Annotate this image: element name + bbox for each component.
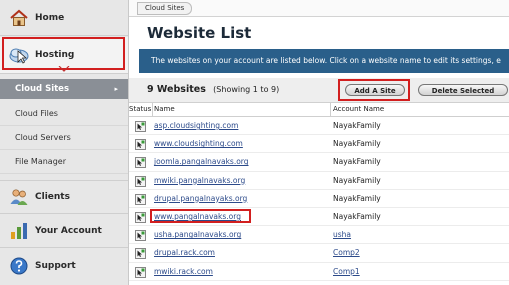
account-name: NayakFamily xyxy=(333,175,381,185)
home-icon xyxy=(8,7,30,29)
table-row: drupal.rack.com Comp2 xyxy=(129,244,509,263)
nav-your-account-label: Your Account xyxy=(35,225,102,236)
nav-cloud-files[interactable]: Cloud Files xyxy=(0,102,128,126)
column-header-status[interactable]: Status xyxy=(129,105,151,113)
account-name: NayakFamily xyxy=(333,121,381,130)
column-header-account-name[interactable]: Account Name xyxy=(333,105,384,113)
site-status-icon[interactable] xyxy=(135,175,146,187)
website-list-header: 9 Websites (Showing 1 to 9) Add A Site D… xyxy=(129,78,509,103)
account-name-link[interactable]: usha xyxy=(333,230,351,239)
sidebar: Home Hosting Cloud Sites ▸ Cloud Files C… xyxy=(0,0,129,285)
nav-clients-label: Clients xyxy=(35,192,70,202)
nav-support[interactable]: Support xyxy=(0,249,128,283)
site-status-icon[interactable] xyxy=(135,266,146,278)
table-row: mwiki.rack.com Comp1 xyxy=(129,263,509,281)
account-name: NayakFamily xyxy=(333,157,381,167)
site-status-icon[interactable] xyxy=(135,121,146,132)
site-name-link[interactable]: www.cloudsighting.com xyxy=(154,139,243,148)
clients-icon xyxy=(8,186,30,208)
selected-site-highlight-box xyxy=(150,209,251,223)
nav-cloud-files-label: Cloud Files xyxy=(15,109,58,118)
site-name-link[interactable]: drupal.pangalnayaks.org xyxy=(154,194,247,203)
site-status-icon[interactable] xyxy=(135,212,146,223)
nav-clients[interactable]: Clients xyxy=(0,180,128,214)
site-name-link[interactable]: drupal.rack.com xyxy=(154,248,215,257)
site-status-icon[interactable] xyxy=(135,193,146,205)
bar-chart-icon xyxy=(8,220,30,242)
site-name-link[interactable]: usha.pangalnavaks.org xyxy=(154,230,241,239)
column-header-name[interactable]: Name xyxy=(154,105,175,113)
site-status-icon[interactable] xyxy=(135,230,146,242)
table-row: joomla.pangalnavaks.org NayakFamily xyxy=(129,153,509,172)
table-row: usha.pangalnavaks.org usha xyxy=(129,226,509,245)
site-status-icon[interactable] xyxy=(135,157,146,169)
nav-cloud-sites[interactable]: Cloud Sites ▸ xyxy=(0,79,128,99)
nav-home-label: Home xyxy=(35,12,65,23)
table-row: mwiki.pangalnavaks.org NayakFamily xyxy=(129,172,509,190)
column-divider xyxy=(152,103,153,116)
chevron-down-icon xyxy=(58,66,70,72)
site-name-link[interactable]: mwiki.pangalnavaks.org xyxy=(154,176,245,185)
showing-range: (Showing 1 to 9) xyxy=(213,85,280,94)
account-name: NayakFamily xyxy=(333,193,381,203)
site-name-link[interactable]: joomla.pangalnavaks.org xyxy=(154,157,249,166)
table-header: Status Name Account Name xyxy=(129,103,509,117)
nav-file-manager[interactable]: File Manager xyxy=(0,150,128,174)
table-row: asp.cloudsighting.com NayakFamily xyxy=(129,117,509,136)
nav-cloud-sites-label: Cloud Sites xyxy=(15,84,70,94)
add-site-button[interactable]: Add A Site xyxy=(345,84,405,96)
nav-cloud-servers[interactable]: Cloud Servers xyxy=(0,126,128,150)
chevron-right-icon: ▸ xyxy=(114,85,118,93)
main-content: Cloud Sites Website List The websites on… xyxy=(129,0,509,285)
support-icon xyxy=(8,255,30,277)
breadcrumb-item-cloud-sites[interactable]: Cloud Sites xyxy=(137,2,193,15)
website-count: 9 Websites (Showing 1 to 9) xyxy=(147,84,279,95)
account-name-link[interactable]: Comp1 xyxy=(333,267,360,276)
website-table: asp.cloudsighting.com NayakFamily www.cl… xyxy=(129,117,509,281)
column-divider xyxy=(330,103,331,116)
account-name-link[interactable]: Comp2 xyxy=(333,248,360,257)
delete-selected-button[interactable]: Delete Selected xyxy=(418,84,508,96)
account-name: NayakFamily xyxy=(333,139,381,149)
table-row: drupal.pangalnayaks.org NayakFamily xyxy=(129,190,509,208)
site-status-icon[interactable] xyxy=(135,139,146,151)
nav-file-manager-label: File Manager xyxy=(15,157,66,166)
nav-your-account[interactable]: Your Account xyxy=(0,214,128,248)
nav-cloud-servers-label: Cloud Servers xyxy=(15,133,71,142)
site-status-icon[interactable] xyxy=(135,248,146,260)
info-banner: The websites on your account are listed … xyxy=(139,49,509,73)
table-row: www.cloudsighting.com NayakFamily xyxy=(129,135,509,154)
website-count-label: 9 Websites xyxy=(147,84,206,95)
account-name: NayakFamily xyxy=(333,211,381,221)
nav-support-label: Support xyxy=(35,261,76,271)
nav-home[interactable]: Home xyxy=(0,0,128,36)
site-name-link[interactable]: asp.cloudsighting.com xyxy=(154,121,238,130)
page-title: Website List xyxy=(147,24,252,42)
site-name-link[interactable]: mwiki.rack.com xyxy=(154,267,213,276)
breadcrumb: Cloud Sites xyxy=(129,0,509,17)
